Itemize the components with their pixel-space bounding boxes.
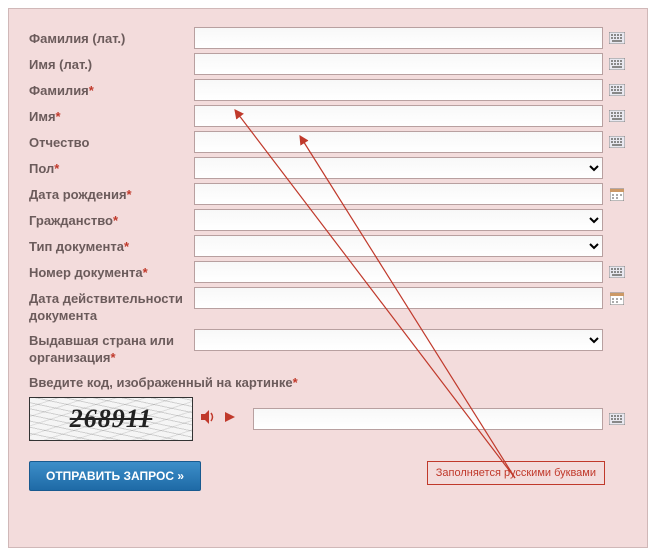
input-dob[interactable] (194, 183, 603, 205)
label-name-lat: Имя (лат.) (29, 53, 194, 74)
label-issuer: Выдавшая страна или организация* (29, 329, 194, 367)
label-citizenship: Гражданство* (29, 209, 194, 230)
select-issuer[interactable] (194, 329, 603, 351)
row-surname: Фамилия* (29, 79, 627, 101)
keyboard-icon[interactable] (607, 133, 627, 151)
calendar-icon[interactable] (607, 289, 627, 307)
label-captcha: Введите код, изображенный на картинке* (29, 371, 298, 392)
label-surname: Фамилия* (29, 79, 194, 100)
row-captcha-label: Введите код, изображенный на картинке* (29, 371, 627, 392)
annotation-box: Заполняется русскими буквами (427, 461, 605, 485)
keyboard-icon[interactable] (607, 263, 627, 281)
row-issuer: Выдавшая страна или организация* (29, 329, 627, 367)
keyboard-icon[interactable] (607, 107, 627, 125)
blank-icon (607, 159, 627, 177)
keyboard-icon[interactable] (607, 410, 627, 428)
select-citizenship[interactable] (194, 209, 603, 231)
input-captcha[interactable] (253, 408, 603, 430)
row-name-lat: Имя (лат.) (29, 53, 627, 75)
keyboard-icon[interactable] (607, 29, 627, 47)
select-doc-type[interactable] (194, 235, 603, 257)
row-citizenship: Гражданство* (29, 209, 627, 231)
blank-icon (607, 211, 627, 229)
form-container: Фамилия (лат.) Имя (лат.) Фамилия* Имя* (8, 8, 648, 548)
blank-icon (607, 237, 627, 255)
input-doc-valid[interactable] (194, 287, 603, 309)
submit-button[interactable]: ОТПРАВИТЬ ЗАПРОС » (29, 461, 201, 491)
row-doc-type: Тип документа* (29, 235, 627, 257)
label-surname-lat: Фамилия (лат.) (29, 27, 194, 48)
blank-icon (607, 331, 627, 349)
row-patronymic: Отчество (29, 131, 627, 153)
input-name-lat[interactable] (194, 53, 603, 75)
captcha-row: 268911 (29, 397, 627, 441)
row-doc-valid: Дата действительности документа (29, 287, 627, 325)
label-doc-number: Номер документа* (29, 261, 194, 282)
row-dob: Дата рождения* (29, 183, 627, 205)
play-icon[interactable] (223, 410, 237, 429)
row-name: Имя* (29, 105, 627, 127)
label-doc-type: Тип документа* (29, 235, 194, 256)
input-patronymic[interactable] (194, 131, 603, 153)
calendar-icon[interactable] (607, 185, 627, 203)
label-dob: Дата рождения* (29, 183, 194, 204)
input-doc-number[interactable] (194, 261, 603, 283)
input-surname[interactable] (194, 79, 603, 101)
label-name: Имя* (29, 105, 194, 126)
input-surname-lat[interactable] (194, 27, 603, 49)
keyboard-icon[interactable] (607, 55, 627, 73)
audio-icon[interactable] (199, 408, 217, 431)
row-surname-lat: Фамилия (лат.) (29, 27, 627, 49)
captcha-image: 268911 (29, 397, 193, 441)
label-patronymic: Отчество (29, 131, 194, 152)
label-gender: Пол* (29, 157, 194, 178)
select-gender[interactable] (194, 157, 603, 179)
label-doc-valid: Дата действительности документа (29, 287, 194, 325)
keyboard-icon[interactable] (607, 81, 627, 99)
input-name[interactable] (194, 105, 603, 127)
row-doc-number: Номер документа* (29, 261, 627, 283)
row-gender: Пол* (29, 157, 627, 179)
